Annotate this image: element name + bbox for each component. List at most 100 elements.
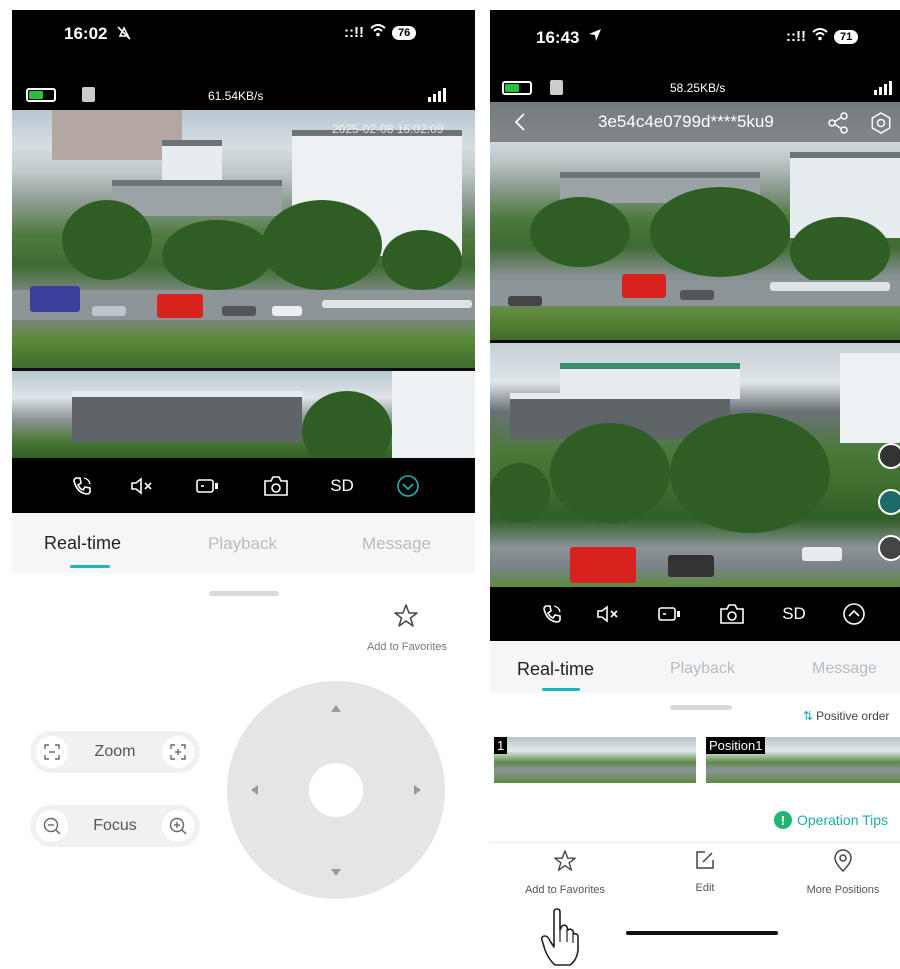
- active-tab-indicator: [542, 688, 580, 691]
- battery-percent: 71: [833, 29, 859, 44]
- camera-feed-detail[interactable]: [490, 343, 900, 587]
- left-phone-screen: 16:02 ::!! 76 61.54KB/s 2025-02-08 16:02…: [12, 10, 475, 969]
- position-label: 1: [494, 737, 508, 754]
- tab-message[interactable]: Message: [812, 660, 877, 678]
- focus-control: Focus: [30, 805, 200, 847]
- mute-icon[interactable]: [122, 458, 162, 513]
- tab-real-time[interactable]: Real-time: [517, 659, 594, 680]
- tab-playback[interactable]: Playback: [208, 534, 277, 554]
- position-thumbnail[interactable]: 1: [494, 737, 696, 783]
- focus-minus-icon[interactable]: [36, 810, 68, 842]
- snapshot-icon[interactable]: [256, 458, 296, 513]
- camera-feed-detail[interactable]: [12, 371, 475, 458]
- wifi-icon: [370, 24, 386, 41]
- location-pin-icon: [834, 849, 852, 873]
- night-vision-icon[interactable]: [878, 489, 900, 515]
- pan-down-icon[interactable]: [331, 869, 341, 876]
- sort-icon: ⇅: [803, 709, 814, 723]
- sheet-drag-handle[interactable]: [209, 591, 279, 596]
- pan-left-icon[interactable]: [251, 785, 258, 795]
- camera-battery-icon: [26, 88, 56, 102]
- sd-button[interactable]: SD: [322, 458, 362, 513]
- call-icon[interactable]: [62, 458, 102, 513]
- network-speed: 58.25KB/s: [670, 81, 726, 95]
- tap-gesture-hand-icon: [540, 908, 580, 969]
- add-to-favorites-label[interactable]: Add to Favorites: [352, 641, 462, 653]
- call-icon[interactable]: [532, 587, 572, 641]
- tab-message[interactable]: Message: [362, 534, 431, 554]
- battery-percent: 76: [391, 25, 417, 40]
- ptz-joystick[interactable]: [227, 681, 445, 899]
- more-positions-label: More Positions: [806, 884, 880, 896]
- actions-divider: [490, 842, 900, 843]
- right-phone-screen: 16:43 ::!! 71 58.25KB/s 3e54c4e0799d****…: [490, 10, 900, 969]
- signal-strength-icon: [874, 81, 892, 95]
- status-bar: 16:02 ::!! 76 61.54KB/s: [12, 10, 475, 110]
- sd-button[interactable]: SD: [774, 587, 814, 641]
- ptz-control-panel: Add to Favorites Zoom Focus: [12, 573, 475, 969]
- status-bar: 16:43 ::!! 71 58.25KB/s: [490, 10, 900, 102]
- clock: 16:02: [64, 24, 108, 43]
- pan-up-icon[interactable]: [331, 705, 341, 712]
- zoom-control: Zoom: [30, 731, 200, 773]
- focus-plus-icon[interactable]: [161, 810, 194, 842]
- signal-strength-icon: [428, 88, 446, 102]
- sheet-drag-handle[interactable]: [670, 705, 732, 710]
- more-positions-button[interactable]: More Positions: [788, 849, 898, 896]
- settings-gear-icon[interactable]: [870, 112, 892, 139]
- add-to-favorites-label: Add to Favorites: [524, 884, 606, 896]
- video-timestamp: 2025-02-08 16:02:09: [332, 122, 444, 136]
- add-to-favorites-button[interactable]: Add to Favorites: [510, 849, 620, 896]
- wifi-icon: [812, 28, 828, 45]
- tab-bar: Real-time Playback Message: [490, 641, 900, 693]
- sort-order-button[interactable]: ⇅ Positive order: [803, 709, 889, 723]
- device-name: 3e54c4e0799d****5ku9: [598, 112, 774, 131]
- edit-icon: [696, 851, 714, 869]
- tab-playback[interactable]: Playback: [670, 660, 735, 678]
- video-control-bar: SD: [12, 458, 475, 513]
- camera-battery-icon: [502, 81, 532, 95]
- share-icon[interactable]: [827, 112, 849, 139]
- record-icon[interactable]: [650, 587, 690, 641]
- focus-label: Focus: [93, 817, 137, 834]
- cellular-icon: ::!!: [786, 28, 806, 45]
- positive-order-label: Positive order: [816, 709, 890, 723]
- edit-label: Edit: [695, 882, 715, 894]
- zoom-in-icon[interactable]: [162, 736, 194, 768]
- home-indicator: [626, 931, 778, 935]
- edit-button[interactable]: Edit: [650, 849, 760, 894]
- camera-feed-panorama[interactable]: 3e54c4e0799d****5ku9: [490, 102, 900, 342]
- operation-tips-label: Operation Tips: [797, 812, 889, 828]
- star-icon: [554, 850, 576, 871]
- position-thumbnail[interactable]: Position1: [706, 737, 900, 783]
- sd-card-icon: [550, 80, 563, 95]
- sd-card-icon: [82, 87, 95, 102]
- back-icon[interactable]: [514, 112, 526, 137]
- star-icon[interactable]: [393, 603, 419, 634]
- active-tab-indicator: [70, 565, 110, 568]
- silent-mode-icon: [116, 25, 132, 46]
- camera-feed-panorama[interactable]: 2025-02-08 16:02:09: [12, 110, 475, 370]
- brightness-icon[interactable]: [878, 443, 900, 469]
- location-arrow-icon: [588, 28, 602, 47]
- pan-right-icon[interactable]: [414, 785, 421, 795]
- clock: 16:43: [536, 28, 580, 47]
- zoom-out-icon[interactable]: [36, 736, 68, 768]
- tab-real-time[interactable]: Real-time: [44, 533, 121, 554]
- video-control-bar: SD: [490, 587, 900, 641]
- mute-icon[interactable]: [588, 587, 628, 641]
- operation-tips-link[interactable]: ! Operation Tips: [774, 811, 888, 829]
- tab-bar: Real-time Playback Message: [12, 513, 475, 573]
- record-icon[interactable]: [188, 458, 228, 513]
- info-icon: !: [774, 811, 792, 829]
- picture-mode-icon[interactable]: [878, 535, 900, 561]
- snapshot-icon[interactable]: [712, 587, 752, 641]
- position-label: Position1: [706, 737, 766, 754]
- collapse-icon[interactable]: [388, 458, 428, 513]
- network-speed: 61.54KB/s: [208, 89, 264, 103]
- expand-icon[interactable]: [834, 587, 874, 641]
- joystick-center[interactable]: [309, 763, 363, 817]
- preset-positions-panel: ⇅ Positive order 1 Position1 ! Operation…: [490, 693, 900, 969]
- zoom-label: Zoom: [94, 743, 136, 760]
- cellular-icon: ::!!: [344, 24, 364, 41]
